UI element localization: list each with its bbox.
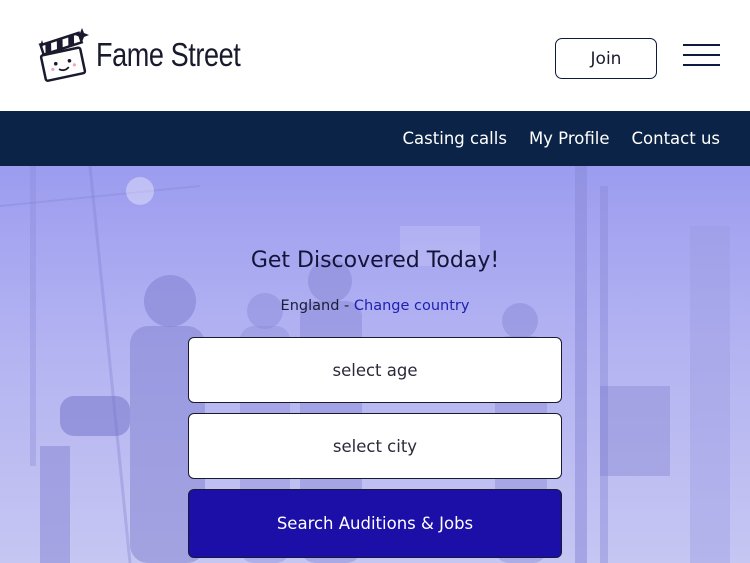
main-navigation: Casting calls My Profile Contact us — [0, 111, 750, 166]
nav-my-profile[interactable]: My Profile — [529, 129, 610, 148]
clapperboard-icon — [38, 28, 89, 82]
hamburger-menu-icon[interactable] — [683, 44, 720, 66]
current-country: England — [280, 298, 340, 314]
brand-logo[interactable]: Fame Street — [38, 26, 272, 84]
site-header: Fame Street Join — [0, 0, 750, 111]
hero-title: Get Discovered Today! — [250, 248, 500, 273]
search-auditions-button[interactable]: Search Auditions & Jobs — [188, 489, 562, 558]
nav-contact-us[interactable]: Contact us — [632, 129, 721, 148]
age-select[interactable]: select age — [188, 337, 562, 403]
hero-section: Get Discovered Today! England - Change c… — [0, 166, 750, 563]
location-separator: - — [339, 298, 354, 314]
change-country-link[interactable]: Change country — [354, 298, 470, 314]
join-button[interactable]: Join — [555, 38, 657, 79]
brand-name: Fame Street — [96, 36, 241, 73]
location-line: England - Change country — [0, 298, 750, 314]
nav-casting-calls[interactable]: Casting calls — [403, 129, 507, 148]
city-select[interactable]: select city — [188, 413, 562, 479]
